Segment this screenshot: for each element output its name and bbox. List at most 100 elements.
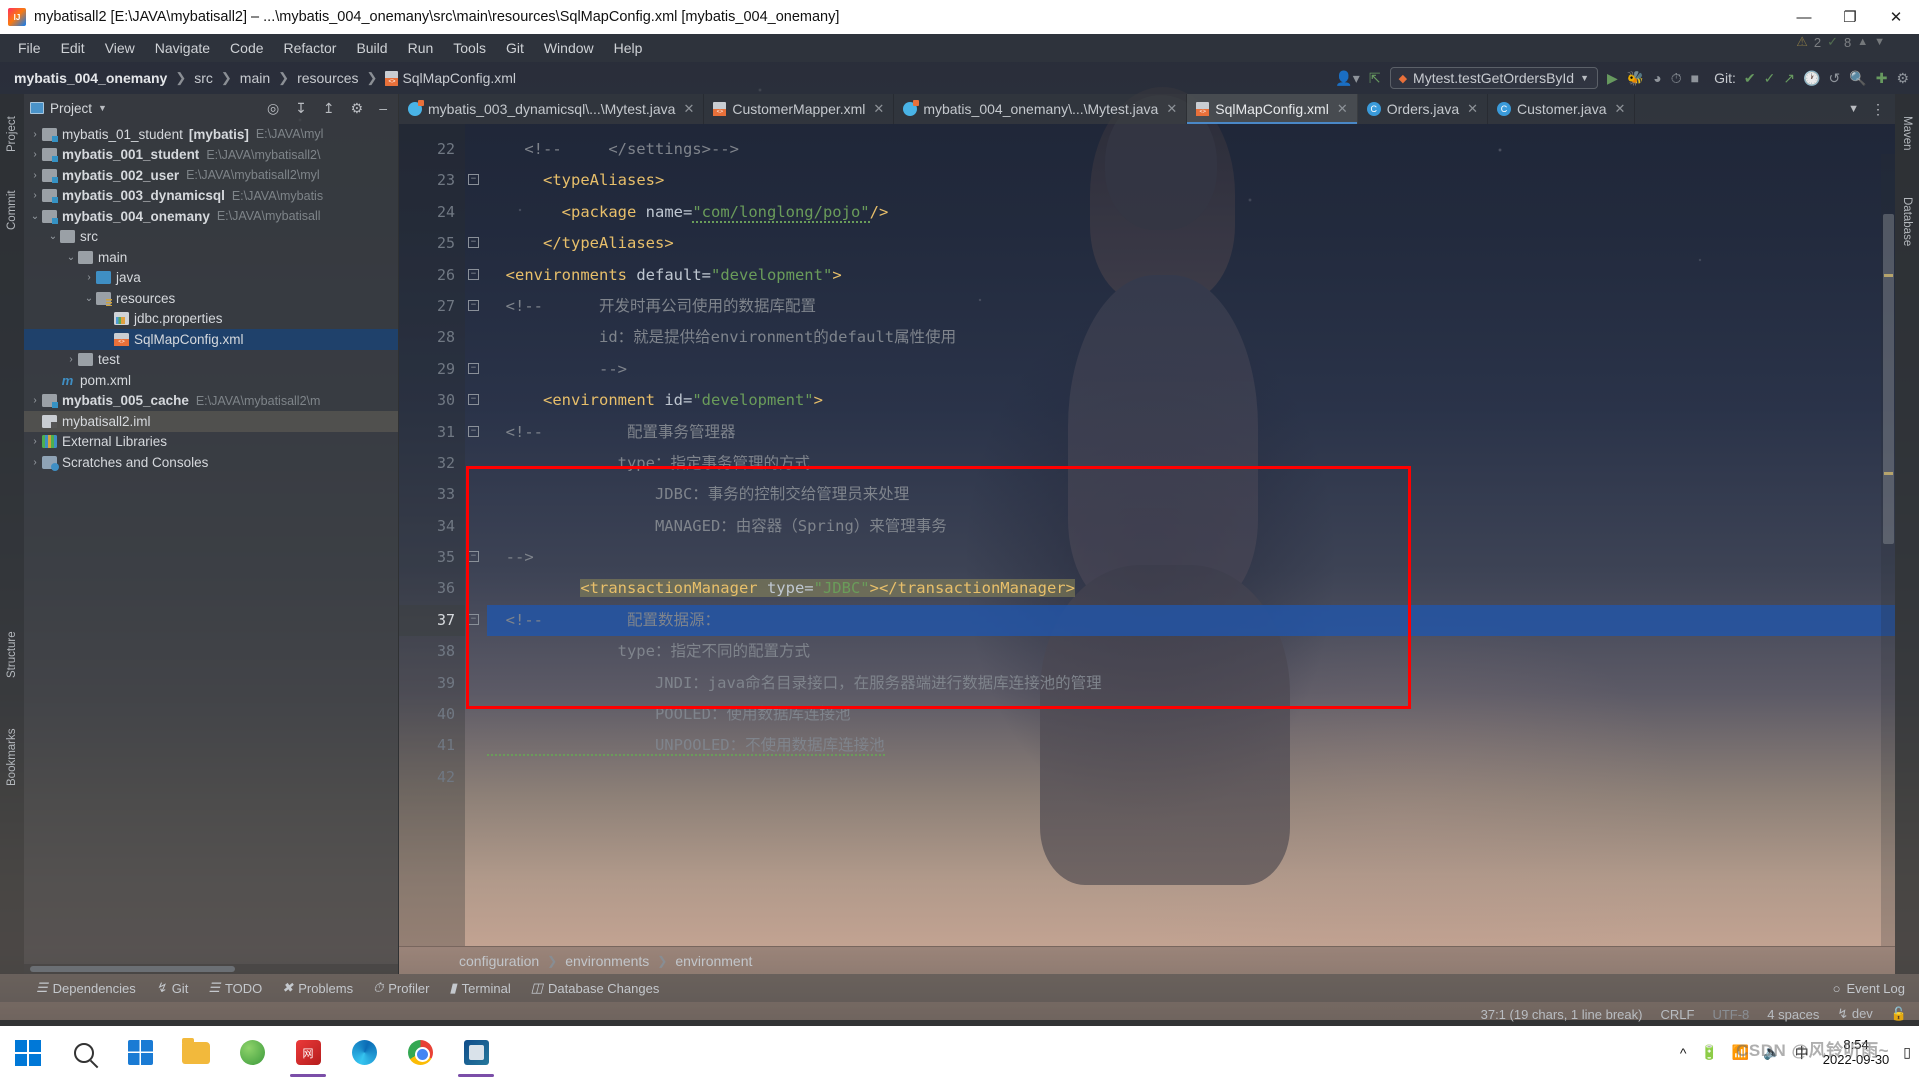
editor-breadcrumb-environment[interactable]: environment: [675, 953, 752, 969]
tool-window-git[interactable]: ↯ Git: [156, 980, 189, 996]
scroll-from-source-icon[interactable]: ◎: [262, 100, 284, 117]
show-desktop-button[interactable]: ▯: [1903, 1044, 1911, 1061]
chevron-right-icon[interactable]: ›: [64, 354, 78, 365]
chevron-right-icon[interactable]: ›: [28, 149, 42, 160]
line-number[interactable]: 41: [399, 730, 465, 761]
menu-item-run[interactable]: Run: [398, 37, 444, 59]
editor-marker-scrollbar[interactable]: [1881, 154, 1895, 946]
close-button[interactable]: ✕: [1873, 0, 1919, 34]
left-tool-window-strip[interactable]: Project Commit Structure Bookmarks: [0, 94, 24, 974]
tree-item-sqlmapconfig-xml[interactable]: SqlMapConfig.xml: [24, 329, 398, 350]
line-number[interactable]: 28: [399, 322, 465, 353]
hide-panel-icon[interactable]: ‒: [374, 100, 392, 116]
menu-item-edit[interactable]: Edit: [51, 37, 95, 59]
tool-window-project[interactable]: Project: [0, 98, 24, 170]
line-number[interactable]: 32: [399, 448, 465, 479]
close-tab-icon[interactable]: ✕: [1166, 101, 1177, 117]
editor-tab-orders-java[interactable]: C Orders.java ✕: [1358, 94, 1489, 124]
chevron-right-icon[interactable]: ›: [28, 457, 42, 468]
line-number[interactable]: 40: [399, 699, 465, 730]
code-line[interactable]: JNDI：java命名目录接口，在服务器端进行数据库连接池的管理: [487, 668, 1895, 699]
menu-item-view[interactable]: View: [95, 37, 145, 59]
tree-item-java[interactable]: › java: [24, 268, 398, 289]
wechat-button[interactable]: [224, 1026, 280, 1079]
run-configuration-selector[interactable]: ◆ Mytest.testGetOrdersById ▼: [1389, 67, 1599, 89]
tool-window-maven[interactable]: Maven: [1895, 100, 1919, 166]
line-number[interactable]: 38: [399, 636, 465, 667]
tool-window-terminal[interactable]: ▮ Terminal: [449, 980, 510, 996]
project-horizontal-scrollbar[interactable]: [24, 964, 398, 974]
chevron-right-icon[interactable]: ›: [28, 395, 42, 406]
microsoft-store-button[interactable]: [112, 1026, 168, 1079]
chevron-down-icon[interactable]: ▼: [1848, 103, 1859, 115]
line-number[interactable]: 36: [399, 573, 465, 604]
tree-item-mybatis-005-cache[interactable]: › mybatis_005_cache E:\JAVA\mybatisall2\m: [24, 391, 398, 412]
editor-breadcrumb-environments[interactable]: environments: [565, 953, 649, 969]
windows-taskbar[interactable]: ^ 🔋 📶 🔈 中 8:54 2022-09-30 ▯: [0, 1026, 1919, 1079]
system-tray[interactable]: ^ 🔋 📶 🔈 中 8:54 2022-09-30 ▯: [1680, 1037, 1919, 1068]
line-number[interactable]: 22: [399, 134, 465, 165]
breadcrumb[interactable]: mybatis_004_onemany ❯ src ❯ main ❯ resou…: [10, 70, 520, 86]
tree-item-scratches-and-consoles[interactable]: › Scratches and Consoles: [24, 452, 398, 473]
code-line[interactable]: JDBC：事务的控制交给管理员来处理: [487, 479, 1895, 510]
tool-window-database-changes[interactable]: ◫ Database Changes: [531, 980, 660, 996]
menu-item-help[interactable]: Help: [604, 37, 653, 59]
tree-item-external-libraries[interactable]: › External Libraries: [24, 432, 398, 453]
line-number[interactable]: 29−: [399, 354, 479, 385]
code-line[interactable]: type：指定不同的配置方式: [487, 636, 1895, 667]
add-plugin-icon[interactable]: ✚: [1876, 70, 1888, 87]
tree-item-jdbc-properties[interactable]: jdbc.properties: [24, 309, 398, 330]
chevron-down-icon[interactable]: ▼: [98, 103, 107, 113]
tree-item-mybatis-001-student[interactable]: › mybatis_001_student E:\JAVA\mybatisall2\: [24, 145, 398, 166]
menu-item-build[interactable]: Build: [346, 37, 397, 59]
netease-music-button[interactable]: [280, 1026, 336, 1079]
breadcrumb-src[interactable]: src: [190, 70, 217, 86]
code-line[interactable]: <!-- 开发时再公司使用的数据库配置: [487, 291, 1895, 322]
close-tab-icon[interactable]: ✕: [1337, 101, 1348, 117]
line-number[interactable]: 24: [399, 197, 465, 228]
editor-scroll-thumb[interactable]: [1883, 214, 1894, 544]
maximize-button[interactable]: ❐: [1827, 0, 1873, 34]
code-line[interactable]: UNPOOLED：不使用数据库连接池: [487, 730, 1895, 761]
code-line[interactable]: MANAGED：由容器（Spring）来管理事务: [487, 511, 1895, 542]
tool-window-dependencies[interactable]: ☰ Dependencies: [36, 980, 136, 996]
git-update-icon[interactable]: ✔: [1744, 70, 1756, 87]
code-line[interactable]: [487, 762, 1895, 793]
editor-tabs-overflow[interactable]: ▼ ⋮: [1838, 94, 1895, 124]
start-button[interactable]: [0, 1026, 56, 1079]
git-commit-icon[interactable]: ✓: [1764, 70, 1776, 87]
window-controls[interactable]: — ❐ ✕: [1781, 0, 1919, 34]
tray-expand-icon[interactable]: ^: [1680, 1045, 1687, 1061]
code-line[interactable]: <!-- 配置数据源：: [487, 604, 1895, 637]
editor-tab-mybatis-003-dynamicsql-mytest-java[interactable]: mybatis_003_dynamicsql\...\Mytest.java ✕: [399, 94, 705, 124]
code-line[interactable]: POOLED：使用数据库连接池: [487, 699, 1895, 730]
menu-item-git[interactable]: Git: [496, 37, 534, 59]
tool-window-structure[interactable]: Structure: [0, 614, 24, 696]
line-number[interactable]: 30−: [399, 385, 479, 416]
tree-item-mybatis-01-student[interactable]: › mybatis_01_student [mybatis] E:\JAVA\myl: [24, 124, 398, 145]
tree-item-mybatis-002-user[interactable]: › mybatis_002_user E:\JAVA\mybatisall2\myl: [24, 165, 398, 186]
run-button[interactable]: ▶: [1607, 70, 1618, 87]
git-history-icon[interactable]: 🕐: [1803, 70, 1820, 87]
more-options-icon[interactable]: ⋮: [1871, 101, 1885, 118]
tree-item-test[interactable]: › test: [24, 350, 398, 371]
tree-item-mybatis-004-onemany[interactable]: ⌄ mybatis_004_onemany E:\JAVA\mybatisall: [24, 206, 398, 227]
menu-item-file[interactable]: File: [8, 37, 51, 59]
close-tab-icon[interactable]: ✕: [873, 101, 884, 117]
menu-item-refactor[interactable]: Refactor: [274, 37, 347, 59]
stop-button[interactable]: ■: [1691, 70, 1699, 86]
line-number[interactable]: 26−: [399, 260, 479, 291]
code-line[interactable]: <!-- 配置事务管理器: [487, 417, 1895, 448]
battery-icon[interactable]: 🔋: [1700, 1044, 1717, 1061]
run-with-coverage-button[interactable]: ◕: [1653, 70, 1661, 86]
intellij-taskbar-button[interactable]: [448, 1026, 504, 1079]
chevron-down-icon[interactable]: ⌄: [64, 252, 78, 263]
line-separator[interactable]: CRLF: [1660, 1007, 1694, 1022]
line-number[interactable]: 31−: [399, 417, 479, 448]
tree-item-main[interactable]: ⌄ main: [24, 247, 398, 268]
chevron-down-icon[interactable]: ⌄: [28, 211, 42, 222]
code-line[interactable]: <environments default="development">: [487, 260, 1895, 291]
file-encoding[interactable]: UTF-8: [1712, 1007, 1749, 1022]
editor-breadcrumb-configuration[interactable]: configuration: [459, 953, 539, 969]
right-tool-window-strip[interactable]: Maven Database: [1895, 94, 1919, 974]
